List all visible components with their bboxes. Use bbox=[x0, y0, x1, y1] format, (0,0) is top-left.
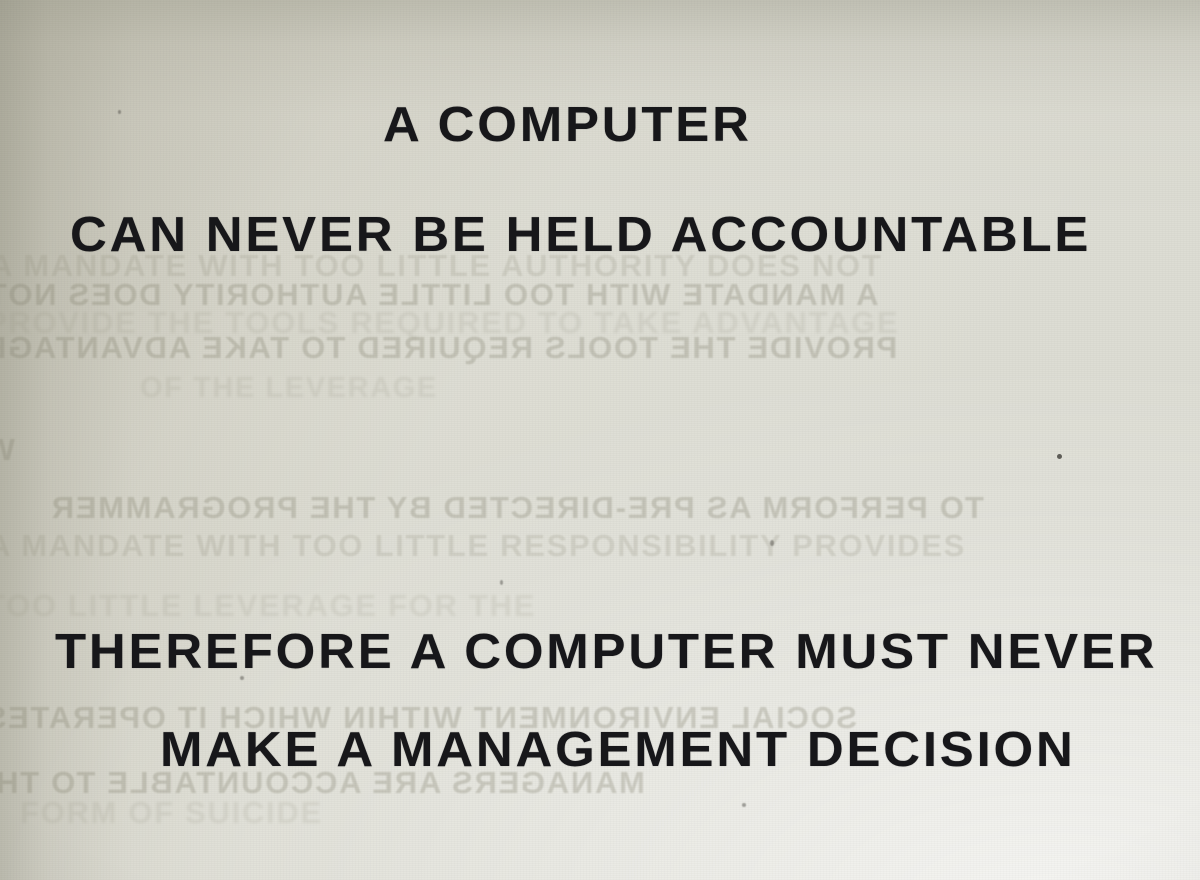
vignette-overlay bbox=[0, 0, 1200, 880]
document-photo: A MANDATE WITH TOO LITTLE AUTHORITY DOES… bbox=[0, 0, 1200, 880]
